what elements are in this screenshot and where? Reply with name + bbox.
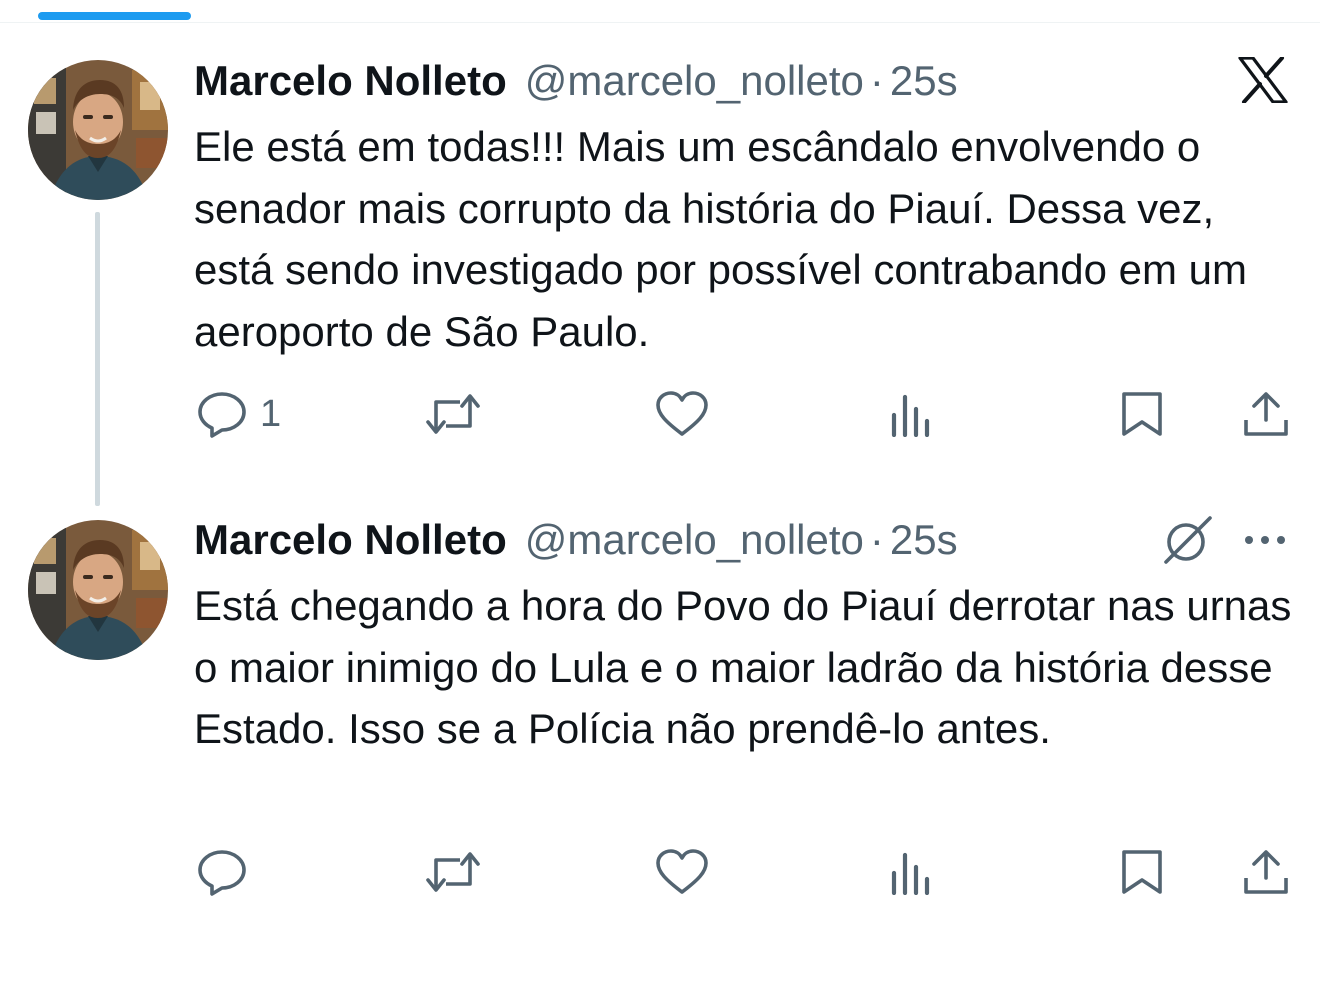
- reply-icon: [196, 390, 248, 438]
- display-name[interactable]: Marcelo Nolleto: [194, 516, 507, 564]
- reply-count: 1: [260, 392, 282, 435]
- bookmark-button[interactable]: [1120, 384, 1164, 444]
- bookmark-icon: [1120, 390, 1164, 438]
- timestamp[interactable]: 25s: [890, 516, 958, 564]
- reply-button[interactable]: 1: [196, 384, 281, 444]
- share-button[interactable]: [1242, 842, 1290, 902]
- separator-dot: ·: [869, 516, 884, 563]
- retweet-icon: [424, 392, 482, 436]
- views-icon: [890, 391, 934, 437]
- avatar[interactable]: [28, 520, 168, 660]
- avatar[interactable]: [28, 60, 168, 200]
- tweet-header: Marcelo Nolleto @marcelo_nolleto · 25s: [194, 56, 958, 106]
- like-button[interactable]: [654, 842, 710, 902]
- retweet-icon: [424, 850, 482, 894]
- tweet-header: Marcelo Nolleto @marcelo_nolleto · 25s: [194, 515, 958, 565]
- bookmark-icon: [1120, 848, 1164, 896]
- tweet-text: Está chegando a hora do Povo do Piauí de…: [194, 582, 1292, 752]
- tweet[interactable]: Marcelo Nolleto @marcelo_nolleto · 25s E…: [0, 490, 1320, 970]
- display-name[interactable]: Marcelo Nolleto: [194, 57, 507, 105]
- bookmark-button[interactable]: [1120, 842, 1164, 902]
- like-button[interactable]: [654, 384, 710, 444]
- views-button[interactable]: [890, 384, 934, 444]
- x-logo-icon: [1236, 55, 1290, 105]
- separator-dot: ·: [869, 57, 884, 104]
- share-icon: [1242, 390, 1290, 438]
- tweet[interactable]: Marcelo Nolleto @marcelo_nolleto · 25s E…: [0, 0, 1320, 490]
- user-handle[interactable]: @marcelo_nolleto: [525, 57, 864, 105]
- reply-icon: [196, 848, 248, 896]
- views-icon: [890, 849, 934, 895]
- reply-button[interactable]: [196, 842, 260, 902]
- avatar-image: [28, 520, 168, 660]
- user-handle[interactable]: @marcelo_nolleto: [525, 516, 864, 564]
- tweet-text: Ele está em todas!!! Mais um escândalo e…: [194, 123, 1247, 355]
- tweet-actions: [0, 842, 1320, 902]
- retweet-button[interactable]: [424, 384, 482, 444]
- share-button[interactable]: [1242, 384, 1290, 444]
- grok-icon[interactable]: [1160, 514, 1216, 566]
- timestamp[interactable]: 25s: [890, 57, 958, 105]
- avatar-image: [28, 60, 168, 200]
- tweet-actions: 1: [0, 384, 1320, 444]
- views-button[interactable]: [890, 842, 934, 902]
- more-icon[interactable]: [1240, 522, 1290, 558]
- like-icon: [654, 390, 710, 438]
- like-icon: [654, 848, 710, 896]
- retweet-button[interactable]: [424, 842, 482, 902]
- share-icon: [1242, 848, 1290, 896]
